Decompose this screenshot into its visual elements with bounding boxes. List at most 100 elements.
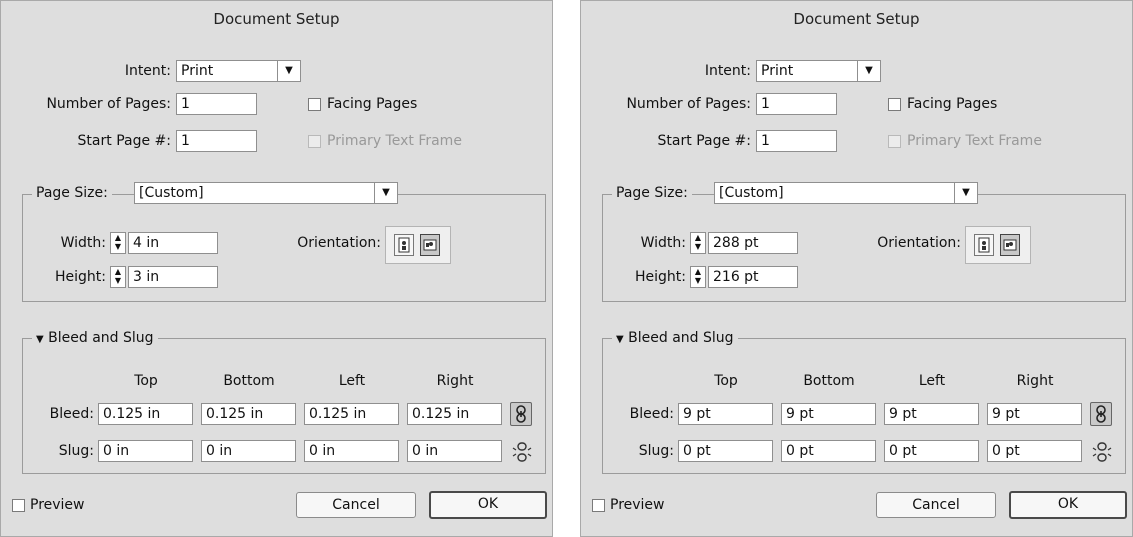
start-page-label: Start Page #: — [657, 133, 751, 149]
slug-top-field[interactable]: 0 in — [98, 440, 193, 462]
width-field[interactable]: 288 pt — [708, 232, 798, 254]
bleed-and-slug-label: Bleed and Slug — [48, 330, 154, 346]
orientation-label: Orientation: — [297, 235, 381, 251]
column-bottom-label: Bottom — [223, 373, 275, 389]
page-size-value: [Custom] — [139, 185, 204, 201]
page-size-select[interactable]: [Custom] ▼ — [134, 182, 398, 204]
column-left-label: Left — [338, 373, 366, 389]
slug-label: Slug: — [638, 443, 674, 459]
bleed-and-slug-header[interactable]: ▼ Bleed and Slug — [612, 327, 738, 350]
number-of-pages-field[interactable]: 1 — [176, 93, 257, 115]
slug-bottom-field[interactable]: 0 in — [201, 440, 296, 462]
broken-link-slug-icon[interactable] — [1092, 441, 1112, 463]
slug-left-field[interactable]: 0 in — [304, 440, 399, 462]
primary-text-frame-label: Primary Text Frame — [907, 133, 1042, 149]
start-page-label: Start Page #: — [77, 133, 171, 149]
bleed-right-field[interactable]: 9 pt — [987, 403, 1082, 425]
height-field[interactable]: 3 in — [128, 266, 218, 288]
page-size-label: Page Size: — [32, 182, 112, 204]
bleed-left-field[interactable]: 9 pt — [884, 403, 979, 425]
page-size-label: Page Size: — [612, 182, 692, 204]
height-field[interactable]: 216 pt — [708, 266, 798, 288]
dropdown-arrow-icon: ▼ — [374, 183, 397, 203]
primary-text-frame-label: Primary Text Frame — [327, 133, 462, 149]
height-stepper-icon[interactable]: ▲ ▼ — [690, 266, 706, 288]
link-bleed-icon[interactable] — [1090, 402, 1112, 426]
intent-value: Print — [761, 63, 794, 79]
landscape-orientation-icon[interactable] — [420, 234, 440, 256]
slug-left-field[interactable]: 0 pt — [884, 440, 979, 462]
bleed-left-field[interactable]: 0.125 in — [304, 403, 399, 425]
column-right-label: Right — [436, 373, 474, 389]
width-stepper-icon[interactable]: ▲ ▼ — [110, 232, 126, 254]
bleed-label: Bleed: — [629, 406, 674, 422]
bleed-top-field[interactable]: 9 pt — [678, 403, 773, 425]
portrait-orientation-icon[interactable] — [974, 234, 994, 256]
ok-button[interactable]: OK — [429, 491, 547, 519]
slug-top-field[interactable]: 0 pt — [678, 440, 773, 462]
column-left-label: Left — [918, 373, 946, 389]
width-field[interactable]: 4 in — [128, 232, 218, 254]
bleed-bottom-field[interactable]: 9 pt — [781, 403, 876, 425]
width-stepper-icon[interactable]: ▲ ▼ — [690, 232, 706, 254]
broken-link-slug-icon[interactable] — [512, 441, 532, 463]
bleed-top-field[interactable]: 0.125 in — [98, 403, 193, 425]
orientation-control — [965, 226, 1031, 264]
primary-text-frame-checkbox[interactable] — [308, 135, 321, 148]
cancel-button[interactable]: Cancel — [876, 492, 996, 518]
slug-bottom-field[interactable]: 0 pt — [781, 440, 876, 462]
height-stepper-icon[interactable]: ▲ ▼ — [110, 266, 126, 288]
preview-checkbox[interactable] — [12, 499, 25, 512]
disclosure-triangle-icon: ▼ — [616, 334, 624, 345]
portrait-orientation-icon[interactable] — [394, 234, 414, 256]
slug-label: Slug: — [58, 443, 94, 459]
disclosure-triangle-icon: ▼ — [36, 334, 44, 345]
bleed-label: Bleed: — [49, 406, 94, 422]
dialog-title: Document Setup — [213, 10, 340, 28]
height-label: Height: — [635, 269, 686, 285]
height-label: Height: — [55, 269, 106, 285]
bleed-and-slug-label: Bleed and Slug — [628, 330, 734, 346]
start-page-field[interactable]: 1 — [756, 130, 837, 152]
facing-pages-checkbox[interactable] — [308, 98, 321, 111]
cancel-button[interactable]: Cancel — [296, 492, 416, 518]
bleed-and-slug-header[interactable]: ▼ Bleed and Slug — [32, 327, 158, 350]
intent-select[interactable]: Print ▼ — [756, 60, 881, 82]
column-top-label: Top — [714, 373, 738, 389]
facing-pages-label: Facing Pages — [327, 96, 418, 112]
number-of-pages-field[interactable]: 1 — [756, 93, 837, 115]
start-page-field[interactable]: 1 — [176, 130, 257, 152]
orientation-label: Orientation: — [877, 235, 961, 251]
preview-label: Preview — [30, 497, 85, 513]
width-label: Width: — [640, 235, 686, 251]
intent-label: Intent: — [704, 63, 751, 79]
preview-label: Preview — [610, 497, 665, 513]
number-of-pages-label: Number of Pages: — [46, 96, 171, 112]
link-bleed-icon[interactable] — [510, 402, 532, 426]
width-label: Width: — [60, 235, 106, 251]
slug-right-field[interactable]: 0 in — [407, 440, 502, 462]
dialog-title: Document Setup — [793, 10, 920, 28]
ok-button[interactable]: OK — [1009, 491, 1127, 519]
bleed-bottom-field[interactable]: 0.125 in — [201, 403, 296, 425]
dropdown-arrow-icon: ▼ — [954, 183, 977, 203]
intent-select[interactable]: Print ▼ — [176, 60, 301, 82]
intent-value: Print — [181, 63, 214, 79]
slug-right-field[interactable]: 0 pt — [987, 440, 1082, 462]
document-setup-dialog: Document Setup Intent: Print ▼ Number of… — [0, 0, 553, 537]
preview-checkbox[interactable] — [592, 499, 605, 512]
page-size-value: [Custom] — [719, 185, 784, 201]
dropdown-arrow-icon: ▼ — [277, 61, 300, 81]
page-size-select[interactable]: [Custom] ▼ — [714, 182, 978, 204]
facing-pages-label: Facing Pages — [907, 96, 998, 112]
column-bottom-label: Bottom — [803, 373, 855, 389]
column-right-label: Right — [1016, 373, 1054, 389]
document-setup-dialog: Document Setup Intent: Print ▼ Number of… — [580, 0, 1133, 537]
number-of-pages-label: Number of Pages: — [626, 96, 751, 112]
dropdown-arrow-icon: ▼ — [857, 61, 880, 81]
facing-pages-checkbox[interactable] — [888, 98, 901, 111]
column-top-label: Top — [134, 373, 158, 389]
landscape-orientation-icon[interactable] — [1000, 234, 1020, 256]
primary-text-frame-checkbox[interactable] — [888, 135, 901, 148]
bleed-right-field[interactable]: 0.125 in — [407, 403, 502, 425]
